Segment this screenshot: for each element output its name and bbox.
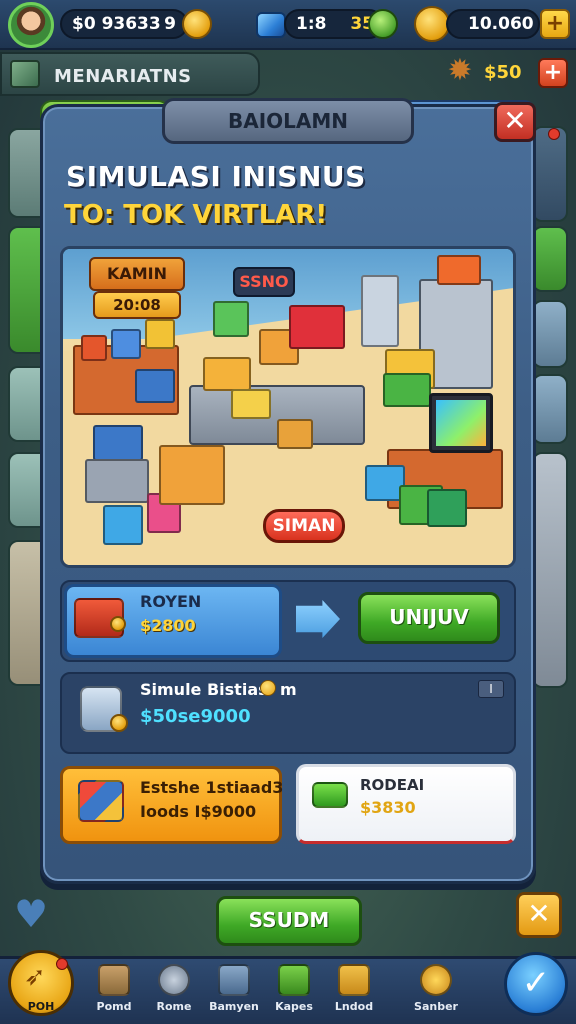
- side-panel-right-4: [532, 374, 568, 444]
- crate-icon: [338, 964, 370, 996]
- energy-icon: [368, 9, 398, 39]
- card-orange-line2: Ioods I$9000: [140, 802, 257, 821]
- menu-label: MENARIATNS: [54, 66, 192, 87]
- ok-check-button[interactable]: ✓: [504, 952, 568, 1016]
- nav-label: Rome: [156, 1000, 192, 1013]
- plant-icon: [278, 964, 310, 996]
- boxes-icon: [78, 780, 124, 822]
- scene-box: [383, 373, 431, 407]
- info-value: $50se9000: [140, 706, 251, 727]
- nav-label: Sanber: [414, 1000, 458, 1013]
- side-panel-right-2: [532, 226, 568, 292]
- card-white-price: $3830: [360, 798, 416, 817]
- nav-item-lndod[interactable]: Lndod: [324, 960, 384, 1022]
- scene-box: [213, 301, 249, 337]
- offer-price: $2800: [140, 616, 196, 635]
- gold-value: 10.060: [468, 14, 534, 34]
- menu-bar[interactable]: MENARIATNS: [0, 52, 260, 96]
- nav-item-kapes[interactable]: Kapes: [264, 960, 324, 1022]
- scene-sign-kamin: KAMIN: [89, 257, 185, 291]
- building-icon: [98, 964, 130, 996]
- leaf-icon: ➶: [24, 962, 46, 992]
- offer-coin-icon: [110, 616, 126, 632]
- scene-box: [203, 357, 251, 391]
- scene-box: [93, 425, 143, 461]
- scene-tag-siman: SIMAN: [263, 509, 345, 543]
- scene-box: [103, 505, 143, 545]
- coin-icon: [182, 9, 212, 39]
- nav-label: Pomd: [96, 1000, 132, 1013]
- info-coin-icon: [260, 680, 276, 696]
- coin-bag-icon: [420, 964, 452, 996]
- info-title: Simule Bistiasi: [140, 680, 274, 699]
- buy-button[interactable]: UNIJUV: [358, 592, 500, 644]
- scene-box: [289, 305, 345, 349]
- side-panel-right-3: [532, 300, 568, 368]
- nav-label: Bamyen: [209, 1000, 259, 1013]
- home-notification-dot: [56, 958, 68, 970]
- scene-monitor: [429, 393, 493, 453]
- shop-scene-illustration: KAMIN 20:08 SSNO SIMAN: [60, 246, 516, 568]
- map-icon: [10, 60, 40, 88]
- star-icon: ✹: [447, 53, 473, 88]
- nav-label: Kapes: [275, 1000, 313, 1013]
- scene-box: [85, 459, 149, 503]
- scene-kiosk: [159, 445, 225, 505]
- offer-title: ROYEN: [140, 592, 202, 611]
- scene-box: [231, 389, 271, 419]
- menu-add-button[interactable]: +: [538, 58, 568, 88]
- gold-counter: 10.060: [446, 9, 540, 39]
- modal-headline: SIMULASI INISNUS: [66, 160, 366, 193]
- notification-dot: [548, 128, 560, 140]
- coins-value: $0 93633: [72, 14, 161, 34]
- menu-right-value: $50: [484, 62, 522, 83]
- side-panel-right-1: [532, 126, 568, 222]
- scene-box: [437, 255, 481, 285]
- gem-icon: [256, 12, 286, 38]
- info-coin-stack-icon: [110, 714, 128, 732]
- coins-counter: $0 93633 9: [60, 9, 188, 39]
- scene-box: [277, 419, 313, 449]
- scene-box: [427, 489, 467, 527]
- modal-subline: TO: TOK VIRTLAR!: [64, 200, 328, 230]
- modal-title: BAIOLAMN: [162, 98, 414, 144]
- cancel-button[interactable]: ✕: [516, 892, 562, 938]
- scene-box: [145, 319, 175, 349]
- coins-level: 9: [164, 14, 176, 34]
- scene-box: [111, 329, 141, 359]
- gold-icon: [414, 6, 450, 42]
- home-label: POH: [27, 1000, 55, 1013]
- side-panel-right-5: [532, 452, 568, 688]
- close-button[interactable]: ✕: [494, 102, 536, 142]
- nav-label: Lndod: [334, 1000, 374, 1013]
- card-white-title: RODEAI: [360, 776, 425, 794]
- scene-box: [81, 335, 107, 361]
- scene-fridge: [361, 275, 399, 347]
- nav-item-rome[interactable]: Rome: [144, 960, 204, 1022]
- card-orange-line1: Estshe 1stiaad3: [140, 778, 284, 797]
- scene-box: [135, 369, 175, 403]
- confirm-button[interactable]: SSUDM: [216, 896, 362, 946]
- cash-icon: [312, 782, 348, 808]
- player-avatar[interactable]: [8, 2, 54, 48]
- info-suffix: m: [280, 680, 297, 699]
- gear-icon: [158, 964, 190, 996]
- add-gold-button[interactable]: +: [540, 9, 570, 39]
- heart-icon[interactable]: ♥: [14, 895, 54, 933]
- scene-sign-ssno: SSNO: [233, 267, 295, 297]
- nav-item-bamyen[interactable]: Bamyen: [204, 960, 264, 1022]
- nav-item-sanber[interactable]: Sanber: [406, 960, 466, 1022]
- chest-icon: [218, 964, 250, 996]
- info-badge[interactable]: I: [478, 680, 504, 698]
- scene-sign-time: 20:08: [93, 291, 181, 319]
- gems-value: 1:8: [296, 14, 327, 34]
- nav-item-pomd[interactable]: Pomd: [84, 960, 144, 1022]
